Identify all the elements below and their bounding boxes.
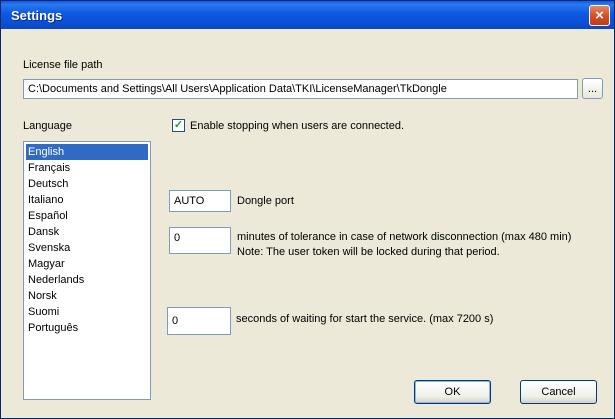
license-path-label: License file path xyxy=(23,59,103,71)
list-item-italiano[interactable]: Italiano xyxy=(26,192,148,208)
ok-button[interactable]: OK xyxy=(414,380,491,404)
list-item-portugues[interactable]: Português xyxy=(26,320,148,336)
title-bar[interactable]: Settings × xyxy=(1,1,614,29)
list-item-magyar[interactable]: Magyar xyxy=(26,256,148,272)
cancel-button[interactable]: Cancel xyxy=(520,380,597,404)
browse-button[interactable]: ... xyxy=(582,78,603,99)
list-item-deutsch[interactable]: Deutsch xyxy=(26,176,148,192)
language-listbox[interactable]: English Français Deutsch Italiano Españo… xyxy=(23,141,151,400)
settings-window: Settings × License file path C:\Document… xyxy=(0,0,615,419)
waiting-seconds-label: seconds of waiting for start the service… xyxy=(236,313,494,325)
list-item-svenska[interactable]: Svenska xyxy=(26,240,148,256)
tolerance-input[interactable]: 0 xyxy=(169,227,231,254)
license-path-input[interactable]: C:\Documents and Settings\All Users\Appl… xyxy=(23,79,578,99)
list-item-suomi[interactable]: Suomi xyxy=(26,304,148,320)
list-item-norsk[interactable]: Norsk xyxy=(26,288,148,304)
list-item-espanol[interactable]: Español xyxy=(26,208,148,224)
list-item-nederlands[interactable]: Nederlands xyxy=(26,272,148,288)
language-label: Language xyxy=(23,120,72,132)
check-icon: ✓ xyxy=(173,119,184,131)
waiting-seconds-input[interactable]: 0 xyxy=(167,307,231,335)
list-item-dansk[interactable]: Dansk xyxy=(26,224,148,240)
enable-stopping-checkbox[interactable]: ✓ xyxy=(172,119,185,132)
tolerance-note: Note: The user token will be locked duri… xyxy=(237,246,500,258)
tolerance-label: minutes of tolerance in case of network … xyxy=(237,231,572,243)
dongle-port-label: Dongle port xyxy=(237,195,294,207)
enable-stopping-label: Enable stopping when users are connected… xyxy=(190,120,405,132)
window-title: Settings xyxy=(11,8,63,23)
dongle-port-input[interactable]: AUTO xyxy=(169,190,231,212)
list-item-francais[interactable]: Français xyxy=(26,160,148,176)
close-icon: × xyxy=(595,7,604,24)
close-button[interactable]: × xyxy=(589,5,610,26)
list-item-english[interactable]: English xyxy=(26,144,148,160)
